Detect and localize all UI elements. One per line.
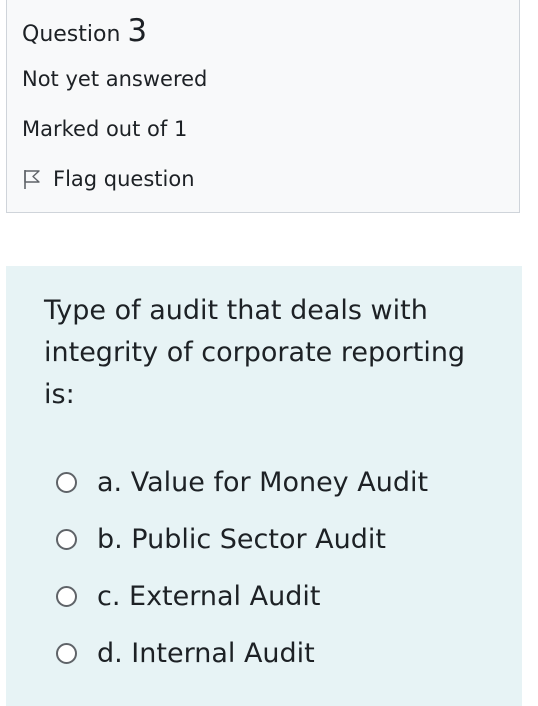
radio-button-c[interactable]	[56, 586, 77, 607]
question-info-panel: Question 3 Not yet answered Marked out o…	[6, 0, 520, 213]
question-heading: Question 3	[22, 13, 147, 49]
radio-button-b[interactable]	[56, 529, 77, 550]
answer-label-c: c. External Audit	[97, 581, 321, 612]
answer-label-b: b. Public Sector Audit	[97, 524, 386, 555]
question-text: Type of audit that deals with integrity …	[44, 295, 466, 410]
answer-label-a: a. Value for Money Audit	[97, 467, 429, 498]
answer-option-b[interactable]: b. Public Sector Audit	[56, 511, 428, 568]
flag-icon	[22, 168, 42, 190]
answer-options: a. Value for Money Audit b. Public Secto…	[56, 454, 428, 682]
radio-button-a[interactable]	[56, 472, 77, 493]
flag-question-link[interactable]: Flag question	[22, 167, 195, 191]
question-grade: Marked out of 1	[22, 117, 188, 141]
answer-label-d: d. Internal Audit	[97, 638, 315, 669]
question-state: Not yet answered	[22, 67, 208, 91]
flag-question-label: Flag question	[53, 167, 195, 191]
question-heading-label: Question	[22, 22, 121, 47]
question-number: 3	[127, 13, 148, 49]
answer-option-a[interactable]: a. Value for Money Audit	[56, 454, 428, 511]
radio-button-d[interactable]	[56, 643, 77, 664]
answer-option-d[interactable]: d. Internal Audit	[56, 625, 428, 682]
answer-option-c[interactable]: c. External Audit	[56, 568, 428, 625]
question-formulation: Type of audit that deals with integrity …	[6, 266, 522, 706]
